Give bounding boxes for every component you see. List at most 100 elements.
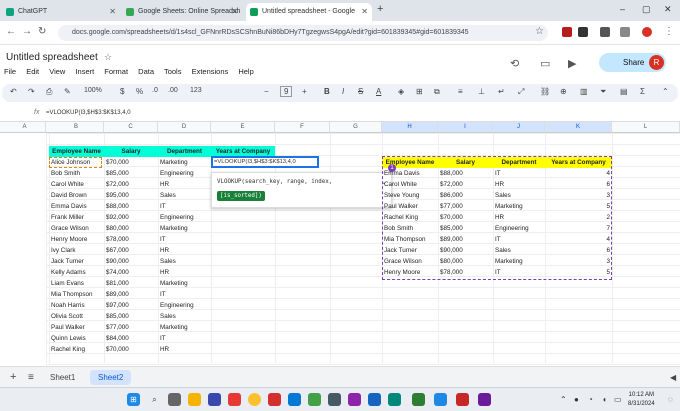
insert-chart-icon[interactable]: ▥ [580, 87, 588, 96]
table-cell[interactable]: Olivia Scott [49, 311, 104, 322]
app-icon[interactable] [328, 393, 341, 406]
table-cell[interactable]: Mia Thompson [49, 289, 104, 300]
table-cell[interactable]: $92,000 [104, 212, 158, 223]
table-cell[interactable]: $95,000 [104, 190, 158, 201]
table-cell[interactable]: Liam Evans [49, 278, 104, 289]
strikethrough-button[interactable]: S [358, 87, 363, 96]
close-window-icon[interactable]: ✕ [664, 4, 672, 15]
task-view-icon[interactable] [168, 393, 181, 406]
table-cell[interactable]: HR [158, 344, 211, 355]
column-header-f[interactable]: F [275, 122, 330, 133]
excel-icon[interactable] [412, 393, 425, 406]
decrease-decimal-button[interactable]: .0 [152, 87, 158, 94]
table-cell[interactable]: Sales [158, 256, 211, 267]
increase-decimal-button[interactable]: .00 [168, 87, 178, 94]
file-explorer-icon[interactable] [188, 393, 201, 406]
font-size-decrease-button[interactable]: − [264, 87, 269, 96]
close-icon[interactable]: ✕ [109, 3, 116, 21]
table-cell[interactable]: $88,000 [104, 201, 158, 212]
app-icon[interactable] [368, 393, 381, 406]
table-cell[interactable]: Rachel King [49, 344, 104, 355]
filter-icon[interactable]: ⏷ [600, 87, 606, 97]
chevron-up-icon[interactable]: ⌃ [560, 395, 567, 404]
app-icon[interactable] [268, 393, 281, 406]
filter-views-icon[interactable]: ▤ [620, 87, 628, 96]
tray-icon[interactable]: ● [574, 395, 579, 404]
bold-button[interactable]: B [324, 87, 330, 96]
table-cell[interactable]: Henry Moore [49, 234, 104, 245]
taskbar-clock[interactable]: 10:12 AM 8/31/2024 [628, 391, 655, 409]
table-cell[interactable]: IT [158, 234, 211, 245]
table-cell[interactable]: $85,000 [104, 168, 158, 179]
table-cell[interactable]: Marketing [158, 278, 211, 289]
table-cell[interactable]: Sales [158, 190, 211, 201]
horizontal-align-icon[interactable]: ≡ [458, 87, 463, 96]
profile-icon[interactable] [642, 27, 652, 37]
table-cell[interactable]: Kelly Adams [49, 267, 104, 278]
table-cell[interactable]: $89,000 [104, 289, 158, 300]
back-icon[interactable]: ← [6, 26, 16, 37]
app-icon[interactable] [208, 393, 221, 406]
close-icon[interactable]: ✕ [231, 3, 238, 21]
column-header-h[interactable]: H [382, 122, 438, 133]
table-cell[interactable]: Jack Turner [49, 256, 104, 267]
search-icon[interactable]: ⌕ [148, 393, 161, 406]
table-cell[interactable]: Noah Harris [49, 300, 104, 311]
table-cell[interactable]: $78,000 [104, 234, 158, 245]
menu-help[interactable]: Help [238, 67, 253, 76]
windows-start-icon[interactable]: ⊞ [127, 393, 140, 406]
document-title[interactable]: Untitled spreadsheet [6, 52, 98, 63]
table-cell[interactable]: $74,000 [104, 267, 158, 278]
wifi-icon[interactable]: ◔ [588, 395, 593, 404]
table-cell[interactable]: $70,000 [104, 157, 158, 168]
column-header-k[interactable]: K [545, 122, 612, 133]
column-header-g[interactable]: G [330, 122, 382, 133]
left-header-salary[interactable]: Salary [104, 146, 158, 157]
paint-format-icon[interactable]: ✎ [64, 87, 71, 96]
currency-format-button[interactable]: $ [120, 87, 124, 96]
font-size-field[interactable]: 9 [280, 86, 293, 97]
functions-icon[interactable]: Σ [640, 87, 645, 96]
table-cell[interactable]: $72,000 [104, 179, 158, 190]
menu-insert[interactable]: Insert [75, 67, 94, 76]
menu-view[interactable]: View [49, 67, 65, 76]
menu-data[interactable]: Data [138, 67, 154, 76]
table-cell[interactable]: HR [158, 267, 211, 278]
table-cell[interactable]: Marketing [158, 157, 211, 168]
sheet-tab-sheet1[interactable]: Sheet1 [42, 370, 83, 385]
table-cell[interactable]: $70,000 [104, 344, 158, 355]
table-cell[interactable]: Carol White [49, 179, 104, 190]
table-cell[interactable]: Marketing [158, 322, 211, 333]
comment-icon[interactable]: ▭ [540, 57, 550, 70]
table-cell[interactable]: HR [158, 179, 211, 190]
left-header-department[interactable]: Department [158, 146, 211, 157]
battery-icon[interactable]: ▭ [614, 395, 622, 404]
column-header-l[interactable]: L [612, 122, 680, 133]
menu-format[interactable]: Format [104, 67, 128, 76]
collapse-toolbar-icon[interactable]: ⌃ [662, 87, 669, 96]
extensions-puzzle-icon[interactable] [620, 27, 630, 37]
star-icon[interactable]: ☆ [104, 52, 112, 63]
volume-icon[interactable]: ◖ [602, 395, 607, 404]
more-menu-icon[interactable]: ⋮ [664, 26, 674, 37]
undo-icon[interactable]: ↶ [10, 87, 17, 96]
app-icon[interactable] [228, 393, 241, 406]
extension-icon[interactable] [578, 27, 588, 37]
chrome-icon[interactable] [248, 393, 261, 406]
table-cell[interactable]: $84,000 [104, 333, 158, 344]
table-cell[interactable]: Quinn Lewis [49, 333, 104, 344]
reload-icon[interactable]: ↻ [38, 26, 46, 37]
menu-file[interactable]: File [4, 67, 16, 76]
table-cell[interactable]: Engineering [158, 300, 211, 311]
insert-comment-icon[interactable]: ⊕ [560, 87, 567, 96]
text-rotation-icon[interactable]: ⤢ [518, 87, 524, 97]
text-color-button[interactable]: A [376, 87, 381, 96]
table-cell[interactable]: $81,000 [104, 278, 158, 289]
column-header-c[interactable]: C [104, 122, 158, 133]
print-icon[interactable]: ⎙ [46, 87, 52, 97]
fill-color-icon[interactable]: ◈ [398, 87, 404, 96]
forward-icon[interactable]: → [22, 26, 32, 37]
table-cell[interactable]: IT [158, 201, 211, 212]
browser-tab-chatgpt[interactable]: ChatGPT ✕ [2, 3, 120, 21]
table-cell[interactable]: Emma Davis [49, 201, 104, 212]
